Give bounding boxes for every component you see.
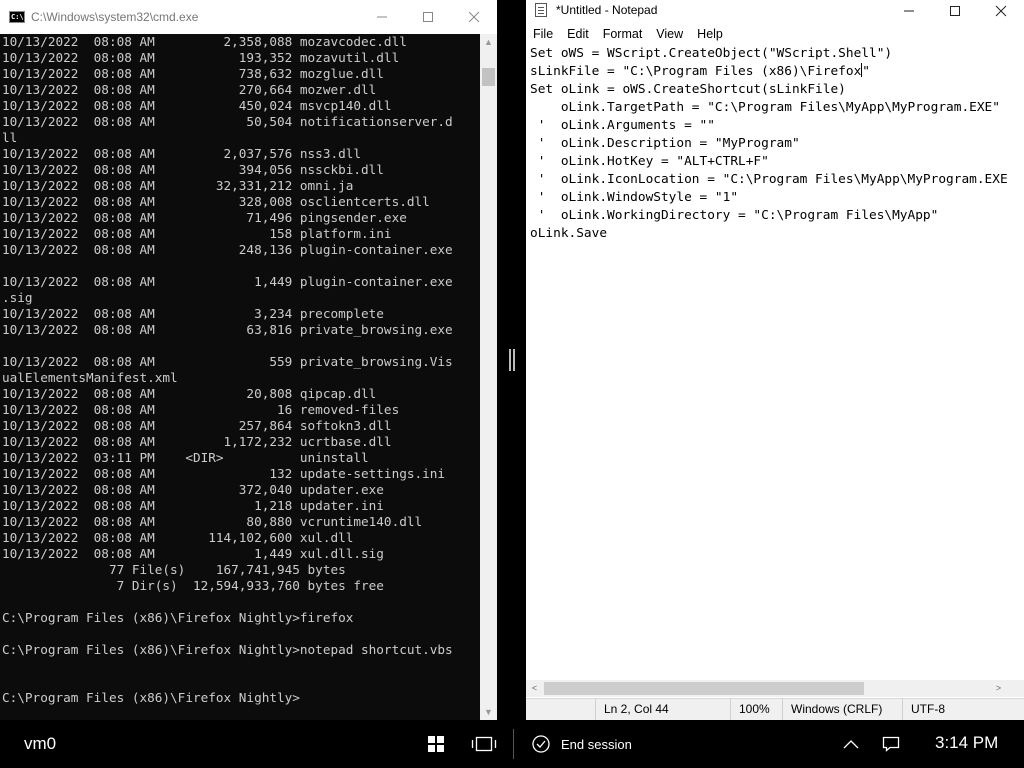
minimize-icon (904, 10, 914, 12)
notepad-hscroll-thumb[interactable] (544, 682, 864, 695)
editor-line-1: Set oWS = WScript.CreateObject("WScript.… (530, 46, 893, 61)
notepad-text-content: Set oWS = WScript.CreateObject("WScript.… (526, 45, 1007, 243)
cmd-console-output: 10/13/2022 08:08 AM 2,358,088 mozavcodec… (2, 34, 453, 705)
menu-format[interactable]: Format (596, 24, 650, 44)
menu-edit[interactable]: Edit (560, 24, 596, 44)
notepad-icon (535, 3, 547, 17)
editor-line-2-rest: " (862, 64, 871, 79)
taskbar: vm0 End session 3:14 PM (0, 720, 1024, 768)
maximize-icon (423, 12, 433, 22)
notepad-text-area[interactable]: Set oWS = WScript.CreateObject("WScript.… (526, 45, 1007, 680)
scroll-right-arrow-icon[interactable]: > (990, 680, 1007, 697)
vm-name-label: vm0 (24, 734, 57, 753)
scrollbar-corner (1007, 680, 1024, 697)
notepad-statusbar: Ln 2, Col 44 100% Windows (CRLF) UTF-8 (526, 698, 1024, 720)
cmd-scroll-thumb[interactable] (482, 68, 495, 86)
cmd-minimize-button[interactable] (359, 0, 405, 34)
notepad-window-title: *Untitled - Notepad (556, 3, 658, 17)
cmd-titlebar[interactable]: C:\ C:\Windows\system32\cmd.exe (0, 0, 497, 34)
task-view-button[interactable] (469, 720, 499, 768)
notepad-menubar: File Edit Format View Help (526, 24, 730, 44)
show-hidden-icons-button[interactable] (840, 720, 862, 768)
menu-view[interactable]: View (649, 24, 690, 44)
menu-file[interactable]: File (526, 24, 560, 44)
notepad-horizontal-scrollbar[interactable]: < > (526, 680, 1007, 697)
task-view-icon (471, 736, 497, 752)
menu-help[interactable]: Help (690, 24, 730, 44)
notification-button[interactable] (880, 720, 902, 768)
taskbar-divider (513, 729, 514, 759)
start-button[interactable] (424, 720, 448, 768)
editor-remaining-lines: Set oLink = oWS.CreateShortcut(sLinkFile… (530, 82, 1007, 241)
close-icon (995, 5, 1007, 17)
end-session-icon (532, 735, 550, 753)
editor-line-2-text: sLinkFile = "C:\Program Files (x86)\Fire… (530, 64, 862, 79)
splitter-handle[interactable] (509, 349, 515, 371)
status-zoom: 100% (730, 699, 777, 720)
scroll-up-arrow-icon[interactable]: ▲ (480, 34, 497, 50)
notepad-maximize-button[interactable] (932, 0, 978, 22)
maximize-icon (950, 6, 960, 16)
cmd-maximize-button[interactable] (405, 0, 451, 34)
notepad-window: *Untitled - Notepad File Edit Format Vie… (526, 0, 1024, 720)
minimize-icon (377, 16, 387, 18)
cmd-window-title: C:\Windows\system32\cmd.exe (31, 10, 199, 24)
scroll-left-arrow-icon[interactable]: < (526, 680, 543, 697)
scroll-down-arrow-icon[interactable]: ▼ (480, 704, 497, 720)
close-icon (468, 11, 480, 23)
notepad-titlebar[interactable]: *Untitled - Notepad (526, 0, 1024, 22)
notification-icon (882, 736, 900, 752)
notepad-close-button[interactable] (978, 0, 1024, 22)
cmd-console[interactable]: 10/13/2022 08:08 AM 2,358,088 mozavcodec… (0, 34, 480, 720)
taskbar-clock[interactable]: 3:14 PM (935, 733, 998, 753)
windows-start-icon (428, 736, 444, 752)
status-line-ending: Windows (CRLF) (782, 699, 897, 720)
cmd-close-button[interactable] (451, 0, 497, 34)
end-session-button[interactable]: End session (561, 737, 632, 752)
end-session-button-icon-area[interactable] (530, 720, 552, 768)
chevron-up-icon (843, 740, 859, 749)
status-encoding: UTF-8 (902, 699, 1021, 720)
notepad-vertical-scrollbar[interactable] (1007, 45, 1024, 680)
cmd-vertical-scrollbar[interactable]: ▲ ▼ (480, 34, 497, 720)
cmd-window: C:\ C:\Windows\system32\cmd.exe 10/13/20… (0, 0, 497, 720)
status-cursor-position: Ln 2, Col 44 (595, 699, 702, 720)
notepad-minimize-button[interactable] (886, 0, 932, 22)
cmd-icon: C:\ (9, 11, 25, 23)
